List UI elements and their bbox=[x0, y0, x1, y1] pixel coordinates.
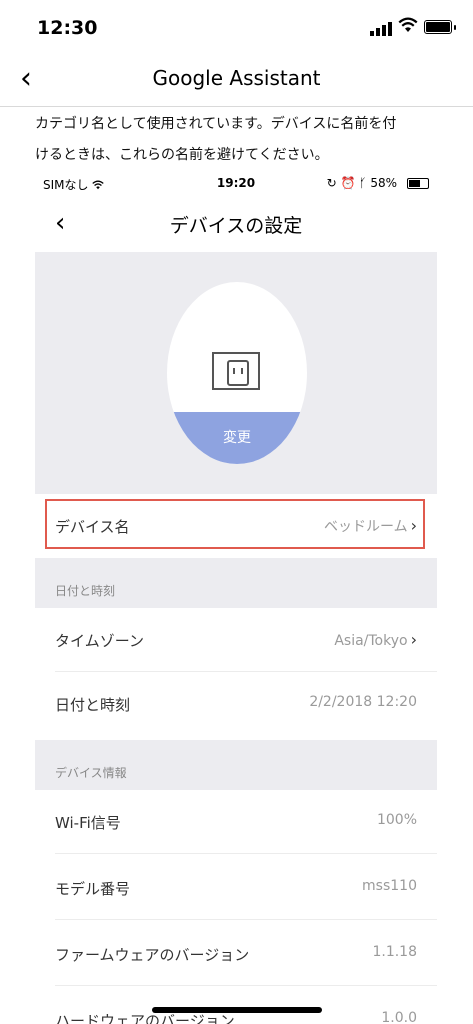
hardware-version-value: 1.0.0 bbox=[381, 1010, 417, 1024]
firmware-version-row: ファームウェアのバージョン 1.1.18 bbox=[35, 922, 437, 986]
section-header-datetime: 日付と時刻 bbox=[35, 558, 437, 608]
battery-icon bbox=[424, 20, 456, 34]
home-indicator[interactable] bbox=[152, 1007, 322, 1013]
timezone-label: タイムゾーン bbox=[55, 632, 144, 650]
embedded-screenshot: SIMなし 19:20 ↻ ⏰ ᚶ 58% ‹ デバイスの設定 変更 デバイス名… bbox=[35, 168, 437, 1024]
chevron-right-icon: › bbox=[410, 630, 417, 649]
timezone-value: Asia/Tokyo › bbox=[334, 630, 417, 649]
embedded-status-icons: ↻ ⏰ ᚶ 58% bbox=[327, 176, 397, 190]
timezone-row[interactable]: タイムゾーン Asia/Tokyo › bbox=[35, 608, 437, 672]
change-image-button[interactable]: 変更 bbox=[167, 412, 307, 464]
navigation-bar: ‹ Google Assistant bbox=[0, 56, 473, 107]
wifi-signal-row: Wi-Fi信号 100% bbox=[35, 790, 437, 854]
embedded-title: デバイスの設定 bbox=[169, 215, 303, 237]
alarm-icon: ⏰ bbox=[340, 176, 356, 190]
wifi-signal-value: 100% bbox=[376, 812, 417, 828]
model-number-label: モデル番号 bbox=[55, 880, 131, 898]
firmware-version-label: ファームウェアのバージョン bbox=[55, 946, 250, 964]
device-avatar[interactable]: 変更 bbox=[167, 282, 307, 464]
embedded-status-bar: SIMなし 19:20 ↻ ⏰ ᚶ 58% bbox=[35, 168, 437, 198]
section-header-device-info: デバイス情報 bbox=[35, 740, 437, 790]
datetime-label: 日付と時刻 bbox=[55, 696, 131, 714]
embedded-navigation-bar: ‹ デバイスの設定 bbox=[35, 198, 437, 252]
firmware-version-value: 1.1.18 bbox=[372, 944, 417, 960]
highlight-box bbox=[45, 499, 425, 549]
device-image-panel: 変更 bbox=[35, 252, 437, 494]
smart-plug-icon bbox=[212, 352, 260, 390]
signal-icon bbox=[370, 22, 392, 36]
wifi-icon bbox=[398, 17, 418, 32]
wifi-signal-label: Wi-Fi信号 bbox=[55, 814, 121, 832]
status-time: 12:30 bbox=[37, 17, 98, 39]
battery-percent: 58% bbox=[370, 176, 397, 190]
model-number-row: モデル番号 mss110 bbox=[35, 856, 437, 920]
model-number-value: mss110 bbox=[362, 878, 417, 894]
status-bar: 12:30 bbox=[0, 0, 473, 56]
hardware-version-row: ハードウェアのバージョン 1.0.0 bbox=[35, 988, 437, 1024]
lock-rotation-icon: ↻ bbox=[326, 176, 337, 190]
page-title: Google Assistant bbox=[152, 66, 321, 90]
battery-icon bbox=[407, 178, 429, 189]
datetime-value: 2/2/2018 12:20 bbox=[309, 694, 417, 710]
datetime-row: 日付と時刻 2/2/2018 12:20 bbox=[35, 672, 437, 736]
bluetooth-icon: ᚶ bbox=[359, 176, 367, 190]
